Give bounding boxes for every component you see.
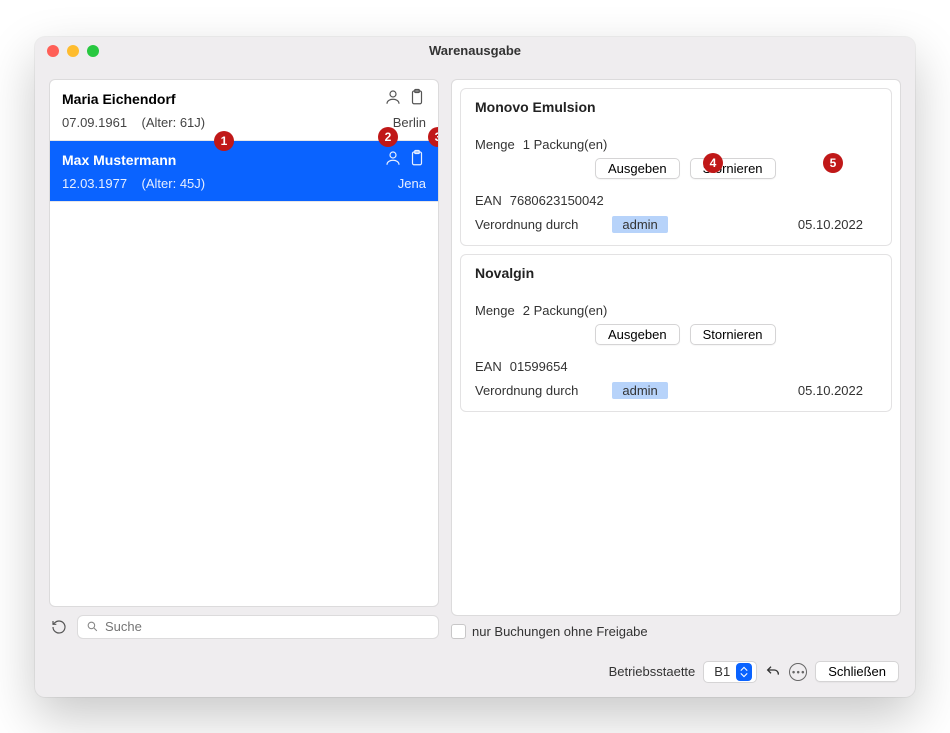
refresh-button[interactable] xyxy=(49,617,69,637)
medication-title: Novalgin xyxy=(475,265,877,281)
betriebsstaette-select[interactable]: B1 xyxy=(703,661,757,683)
prescription-date: 05.10.2022 xyxy=(798,383,863,398)
menge-value: 1 Packung(en) xyxy=(523,137,608,152)
medication-card: Novalgin Menge 2 Packung(en) Ausgeben St… xyxy=(460,254,892,412)
left-panel: Maria Eichendorf 07.09.1961 xyxy=(49,79,439,639)
clipboard-icon[interactable] xyxy=(408,149,426,172)
annotation-badge-5: 5 xyxy=(823,153,843,173)
select-stepper-icon xyxy=(736,663,752,681)
filter-label: nur Buchungen ohne Freigabe xyxy=(472,624,648,639)
annotation-badge-4: 4 xyxy=(703,153,723,173)
medication-title: Monovo Emulsion xyxy=(475,99,877,115)
ean-label: EAN xyxy=(475,193,502,208)
medication-card: 4 5 Monovo Emulsion Menge 1 Packung(en) … xyxy=(460,88,892,246)
prescriber-chip: admin xyxy=(612,216,667,233)
search-input[interactable] xyxy=(105,619,430,634)
person-icon[interactable] xyxy=(384,88,402,111)
patient-age: (Alter: 61J) xyxy=(142,115,206,130)
right-panel: 4 5 Monovo Emulsion Menge 1 Packung(en) … xyxy=(451,79,901,639)
annotation-badge-1: 1 xyxy=(214,131,234,151)
minimize-window-button[interactable] xyxy=(67,45,79,57)
ean-value: 01599654 xyxy=(510,359,568,374)
clipboard-icon[interactable] xyxy=(408,88,426,111)
patient-city: Jena xyxy=(398,176,426,191)
betriebsstaette-label: Betriebsstaette xyxy=(609,664,696,679)
patient-dob: 07.09.1961 xyxy=(62,115,127,130)
more-options-button[interactable]: ••• xyxy=(789,663,807,681)
ean-label: EAN xyxy=(475,359,502,374)
patient-city: Berlin xyxy=(393,115,426,130)
ellipsis-icon: ••• xyxy=(789,663,807,681)
verordnung-label: Verordnung durch xyxy=(475,217,578,232)
search-field[interactable] xyxy=(77,615,439,639)
prescription-date: 05.10.2022 xyxy=(798,217,863,232)
ausgeben-button[interactable]: Ausgeben xyxy=(595,324,680,345)
patient-list: Maria Eichendorf 07.09.1961 xyxy=(49,79,439,607)
stornieren-button[interactable]: Stornieren xyxy=(690,324,776,345)
ean-value: 7680623150042 xyxy=(510,193,604,208)
person-icon[interactable] xyxy=(384,149,402,172)
window-title: Warenausgabe xyxy=(35,43,915,58)
patient-age: (Alter: 45J) xyxy=(142,176,206,191)
patient-row[interactable]: 1 2 3 Max Mustermann xyxy=(50,141,438,202)
medication-list: 4 5 Monovo Emulsion Menge 1 Packung(en) … xyxy=(451,79,901,616)
search-icon xyxy=(86,620,99,633)
search-row xyxy=(49,615,439,639)
betriebsstaette-value: B1 xyxy=(714,664,730,679)
close-window-button[interactable] xyxy=(47,45,59,57)
filter-row: nur Buchungen ohne Freigabe xyxy=(451,624,901,639)
annotation-badge-3: 3 xyxy=(428,127,439,147)
traffic-lights xyxy=(35,45,99,57)
footer: Betriebsstaette B1 ••• Schließen xyxy=(35,653,915,697)
undo-button[interactable] xyxy=(765,664,781,680)
verordnung-label: Verordnung durch xyxy=(475,383,578,398)
menge-label: Menge xyxy=(475,137,515,152)
content-area: Maria Eichendorf 07.09.1961 xyxy=(35,65,915,653)
close-button[interactable]: Schließen xyxy=(815,661,899,682)
prescriber-chip: admin xyxy=(612,382,667,399)
filter-checkbox[interactable] xyxy=(451,624,466,639)
patient-name: Maria Eichendorf xyxy=(62,91,176,107)
app-window: Warenausgabe Maria Eichendorf xyxy=(35,37,915,697)
menge-label: Menge xyxy=(475,303,515,318)
patient-name: Max Mustermann xyxy=(62,152,176,168)
titlebar: Warenausgabe xyxy=(35,37,915,65)
annotation-badge-2: 2 xyxy=(378,127,398,147)
zoom-window-button[interactable] xyxy=(87,45,99,57)
ausgeben-button[interactable]: Ausgeben xyxy=(595,158,680,179)
menge-value: 2 Packung(en) xyxy=(523,303,608,318)
patient-dob: 12.03.1977 xyxy=(62,176,127,191)
